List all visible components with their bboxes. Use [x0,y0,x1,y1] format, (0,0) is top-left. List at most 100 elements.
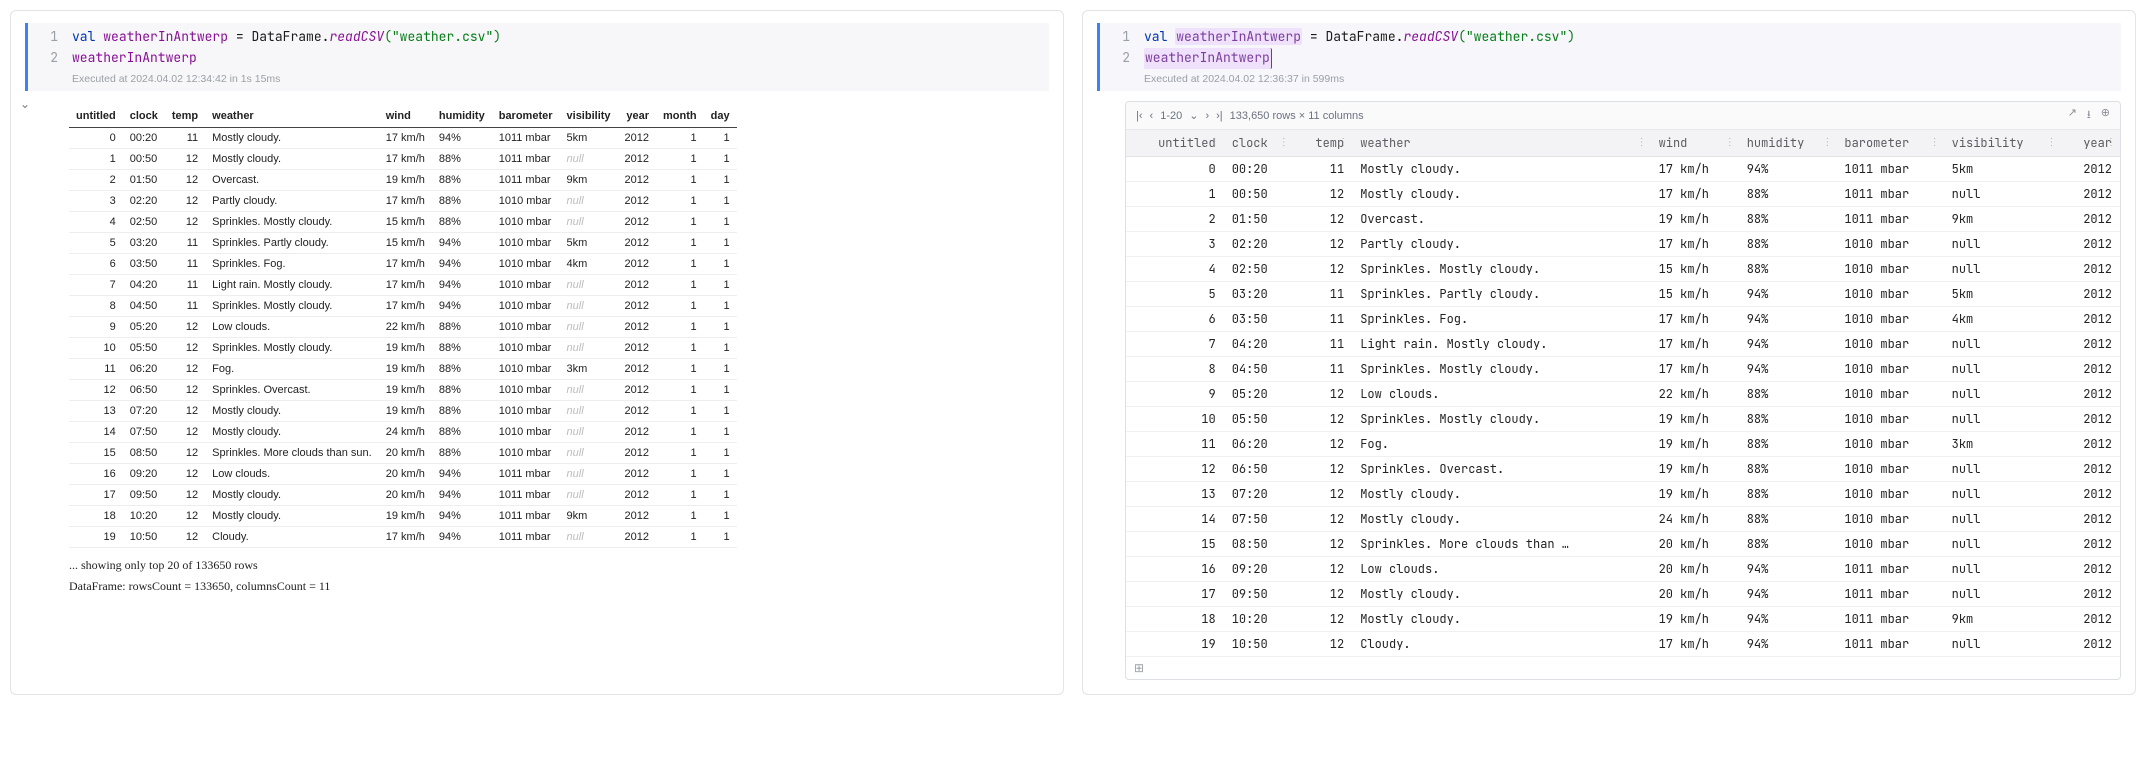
cell[interactable]: Low clouds. [1352,557,1650,582]
cell[interactable]: 2012 [2060,307,2120,332]
cell[interactable]: 88% [1739,482,1837,507]
cell[interactable]: 2012 [2060,257,2120,282]
cell[interactable]: 20 km/h [1651,532,1739,557]
column-header[interactable]: month [656,105,704,128]
table-row[interactable]: 1005:5012Sprinkles. Mostly cloudy.19 km/… [1126,407,2120,432]
cell[interactable]: 94% [1739,582,1837,607]
table-row[interactable]: 302:2012Partly cloudy.17 km/h88%1010 mba… [1126,232,2120,257]
cell[interactable]: null [1944,532,2061,557]
code-cell-right[interactable]: 1 val weatherInAntwerp = DataFrame.readC… [1097,23,2121,91]
cell[interactable]: 12 [1293,557,1352,582]
cell[interactable]: 11 [1126,432,1224,457]
cell[interactable]: 17 km/h [1651,357,1739,382]
cell[interactable]: 94% [1739,357,1837,382]
column-header[interactable]: humidity [432,105,492,128]
cell[interactable]: 2012 [2060,432,2120,457]
column-header[interactable]: day [704,105,737,128]
cell[interactable]: null [1944,257,2061,282]
cell[interactable]: 88% [1739,407,1837,432]
cell[interactable]: 1011 mbar [1836,157,1943,182]
cell[interactable]: 05:50 [1224,407,1293,432]
cell[interactable]: null [1944,357,2061,382]
cell[interactable]: Sprinkles. Mostly cloudy. [1352,357,1650,382]
cell[interactable]: 2012 [2060,332,2120,357]
page-range[interactable]: 1-20 [1160,110,1182,122]
cell[interactable]: 2012 [2060,357,2120,382]
cell[interactable]: 20 km/h [1651,582,1739,607]
cell[interactable]: 2 [1126,207,1224,232]
cell[interactable]: 01:50 [1224,207,1293,232]
cell[interactable]: 2012 [2060,232,2120,257]
cell[interactable]: 1010 mbar [1836,507,1943,532]
cell[interactable]: 16 [1126,557,1224,582]
cell[interactable]: 94% [1739,282,1837,307]
cell[interactable]: 19 km/h [1651,482,1739,507]
cell[interactable]: 12 [1293,207,1352,232]
cell[interactable]: 11 [1293,357,1352,382]
cell[interactable]: 0 [1126,157,1224,182]
column-header[interactable]: visibility⋮ [1944,130,2061,157]
cell[interactable]: Sprinkles. Mostly cloudy. [1352,257,1650,282]
cell[interactable]: 88% [1739,432,1837,457]
cell[interactable]: null [1944,232,2061,257]
cell[interactable]: 10 [1126,407,1224,432]
cell[interactable]: 1010 mbar [1836,482,1943,507]
table-row[interactable]: 1709:5012Mostly cloudy.20 km/h94%1011 mb… [1126,582,2120,607]
cell[interactable]: 2012 [2060,557,2120,582]
cell[interactable]: 19 [1126,632,1224,657]
cell[interactable]: 17 km/h [1651,307,1739,332]
table-row[interactable]: 905:2012Low clouds.22 km/h88%1010 mbarnu… [1126,382,2120,407]
cell[interactable]: null [1944,182,2061,207]
cell[interactable]: Mostly cloudy. [1352,507,1650,532]
cell[interactable]: 19 km/h [1651,432,1739,457]
cell[interactable]: null [1944,632,2061,657]
cell[interactable]: null [1944,557,2061,582]
cell[interactable]: 12 [1293,632,1352,657]
column-header[interactable]: humidity⋮ [1739,130,1837,157]
cell[interactable]: 12 [1293,482,1352,507]
column-header[interactable]: temp [165,105,205,128]
cell[interactable]: 09:50 [1224,582,1293,607]
cell[interactable]: 12 [1293,232,1352,257]
cell[interactable]: 19 km/h [1651,607,1739,632]
cell[interactable]: null [1944,332,2061,357]
cell[interactable]: 19 km/h [1651,207,1739,232]
cell[interactable]: 88% [1739,232,1837,257]
open-external-icon[interactable]: ↗ [2068,106,2077,125]
cell[interactable]: Mostly cloudy. [1352,607,1650,632]
column-header[interactable]: wind [379,105,432,128]
cell[interactable]: 12 [1293,507,1352,532]
cell[interactable]: 94% [1739,607,1837,632]
table-row[interactable]: 1106:2012Fog.19 km/h88%1010 mbar3km2012 [1126,432,2120,457]
cell[interactable]: null [1944,457,2061,482]
cell[interactable]: Mostly cloudy. [1352,582,1650,607]
cell[interactable]: 17 km/h [1651,332,1739,357]
table-row[interactable]: 704:2011Light rain. Mostly cloudy.17 km/… [1126,332,2120,357]
cell[interactable]: 10:20 [1224,607,1293,632]
download-icon[interactable]: ⭳ [2087,106,2091,125]
cell[interactable]: 1010 mbar [1836,232,1943,257]
settings-gear-icon[interactable]: ⊕ [2101,106,2110,125]
cell[interactable]: 3 [1126,232,1224,257]
cell[interactable]: 17 km/h [1651,157,1739,182]
code-cell-left[interactable]: 1 val weatherInAntwerp = DataFrame.readC… [25,23,1049,91]
next-page-icon[interactable]: › [1205,110,1209,122]
table-row[interactable]: 804:5011Sprinkles. Mostly cloudy.17 km/h… [1126,357,2120,382]
cell[interactable]: 03:50 [1224,307,1293,332]
cell[interactable]: 1010 mbar [1836,282,1943,307]
cell[interactable]: 88% [1739,257,1837,282]
cell[interactable]: 15 km/h [1651,257,1739,282]
cell[interactable]: 88% [1739,182,1837,207]
prev-page-icon[interactable]: ‹ [1150,110,1154,122]
table-row[interactable]: 1206:5012Sprinkles. Overcast.19 km/h88%1… [1126,457,2120,482]
cell[interactable]: 88% [1739,457,1837,482]
cell[interactable]: 9 [1126,382,1224,407]
cell[interactable]: null [1944,582,2061,607]
cell[interactable]: 04:20 [1224,332,1293,357]
table-row[interactable]: 1508:5012Sprinkles. More clouds than …20… [1126,532,2120,557]
cell[interactable]: 12 [1293,607,1352,632]
cell[interactable]: Overcast. [1352,207,1650,232]
cell[interactable]: 06:50 [1224,457,1293,482]
cell[interactable]: 1011 mbar [1836,207,1943,232]
cell[interactable]: 11 [1293,157,1352,182]
